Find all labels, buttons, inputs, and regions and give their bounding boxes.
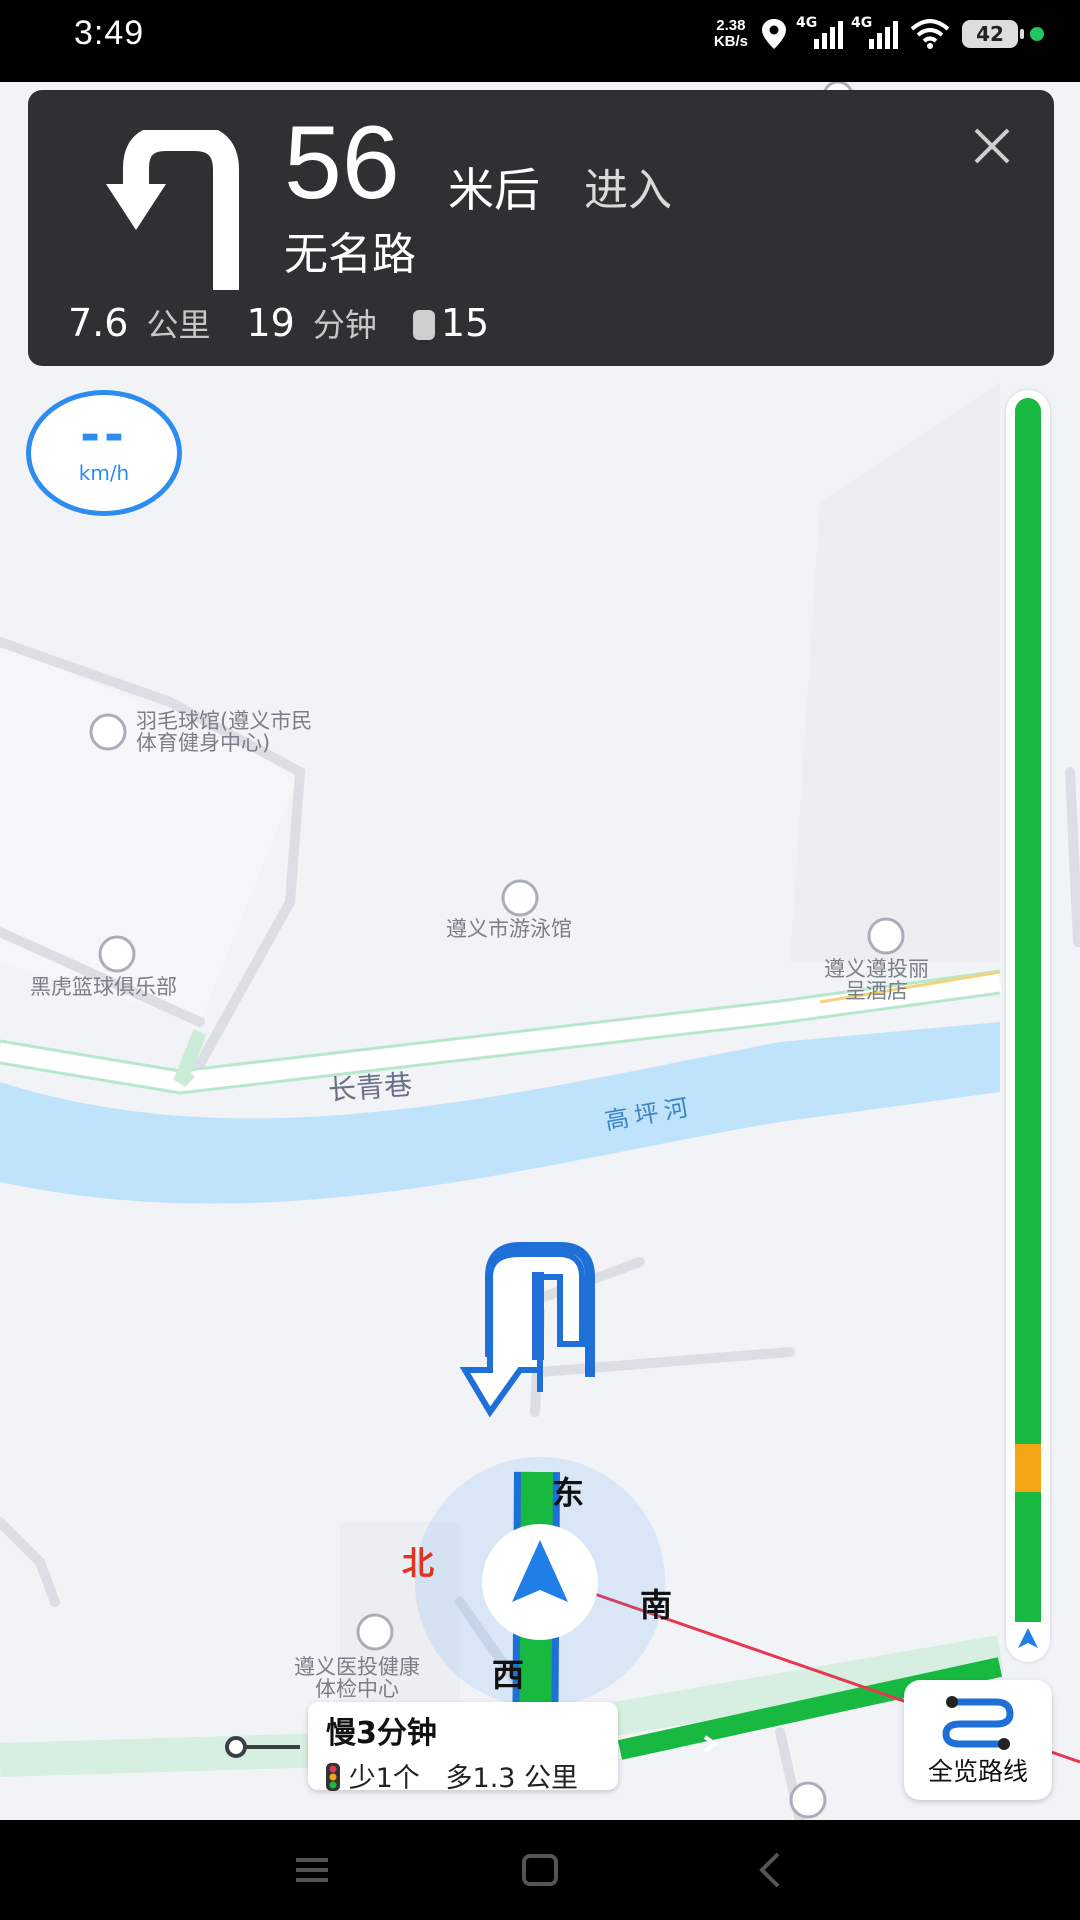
signal-icon-sim1: 4G xyxy=(796,15,843,49)
menu-icon[interactable] xyxy=(292,1850,332,1890)
home-icon[interactable] xyxy=(520,1850,560,1890)
next-road-name: 无名路 xyxy=(284,229,416,280)
maneuver-distance: 56 xyxy=(284,105,400,221)
progress-green-top xyxy=(1015,398,1041,1444)
net-speed: 2.38 KB/s xyxy=(714,18,748,50)
remaining-distance-unit: 公里 xyxy=(146,306,211,344)
poi-basketball[interactable]: 黑虎篮球俱乐部 xyxy=(30,976,177,998)
poi-swimming-label: 遵义市游泳馆 xyxy=(446,917,572,941)
system-navigation-bar xyxy=(0,1820,1080,1920)
net-speed-unit: KB/s xyxy=(713,33,748,50)
speed-value: -- xyxy=(80,407,128,463)
road-label-changqing: 长青巷 xyxy=(327,1068,414,1107)
poi-hotel[interactable]: 遵义遵投丽 呈酒店 xyxy=(824,958,929,1002)
maneuver-distance-unit: 米后 xyxy=(448,163,540,217)
privacy-dot xyxy=(1030,27,1044,41)
close-icon[interactable] xyxy=(970,124,1014,168)
alternative-route-tip[interactable]: 慢3分钟 少1个 多1.3 公里 xyxy=(308,1702,618,1794)
poi-swimming[interactable]: 遵义市游泳馆 xyxy=(446,918,572,940)
sim1-label: 4G xyxy=(796,15,818,31)
alt-route-time: 慢3分钟 xyxy=(326,1716,437,1751)
speed-unit: km/h xyxy=(78,461,130,485)
back-icon[interactable] xyxy=(750,1850,790,1890)
battery-icon: 42 xyxy=(962,20,1024,48)
net-speed-value: 2.38 xyxy=(716,17,746,34)
poi-basketball-label: 黑虎篮球俱乐部 xyxy=(30,975,177,999)
status-bar: 3:49 2.38 KB/s 4G 4G 42 xyxy=(0,0,1080,82)
route-progress-bar xyxy=(1006,390,1050,1662)
trip-summary: 7.6 公里 19 分钟 15 xyxy=(68,300,489,346)
traffic-light-count-value: 15 xyxy=(440,301,490,345)
traffic-light-icon xyxy=(412,310,435,340)
alt-route-distance: 多1.3 公里 xyxy=(445,1763,579,1794)
alt-route-lights: 少1个 xyxy=(348,1763,420,1794)
poi-hotel-label: 遵义遵投丽 呈酒店 xyxy=(824,957,929,1003)
alt-route-details: 少1个 多1.3 公里 xyxy=(326,1756,600,1795)
progress-green-bottom xyxy=(1015,1492,1041,1622)
maneuver-action: 进入 xyxy=(584,165,672,216)
traffic-light-icon xyxy=(326,1763,340,1791)
poi-medical-label: 遵义医投健康 体检中心 xyxy=(294,1655,420,1701)
signal-icon-sim2: 4G xyxy=(851,15,898,49)
poi-badminton-label: 羽毛球馆(遵义市民 体育健身中心) xyxy=(136,709,313,755)
progress-current-position-icon xyxy=(1018,1628,1038,1648)
remaining-time-unit: 分钟 xyxy=(312,306,377,344)
sim2-label: 4G xyxy=(851,15,873,31)
poi-badminton[interactable]: 羽毛球馆(遵义市民 体育健身中心) xyxy=(136,710,312,754)
remaining-distance: 7.6 xyxy=(68,301,129,345)
traffic-light-count: 15 xyxy=(412,301,490,345)
wifi-icon xyxy=(910,19,950,49)
status-time: 3:49 xyxy=(74,14,145,52)
speedometer: -- km/h xyxy=(26,390,182,516)
compass-west: 西 xyxy=(492,1656,525,1694)
compass-north: 北 xyxy=(402,1544,435,1582)
route-overview-button[interactable]: 全览路线 xyxy=(904,1680,1052,1800)
compass-south: 南 xyxy=(640,1586,673,1624)
compass-east: 东 xyxy=(552,1474,585,1512)
route-overview-label: 全览路线 xyxy=(927,1757,1028,1786)
route-overview-icon xyxy=(942,1696,1014,1750)
navigation-instruction-card: 56 米后 进入 无名路 7.6 公里 19 分钟 15 xyxy=(28,90,1054,366)
location-icon xyxy=(762,19,786,49)
remaining-time: 19 xyxy=(246,301,295,345)
u-turn-icon xyxy=(106,130,239,290)
progress-orange-segment xyxy=(1015,1444,1041,1492)
poi-medical[interactable]: 遵义医投健康 体检中心 xyxy=(294,1656,420,1700)
status-icons: 2.38 KB/s 4G 4G 42 xyxy=(714,15,1044,50)
